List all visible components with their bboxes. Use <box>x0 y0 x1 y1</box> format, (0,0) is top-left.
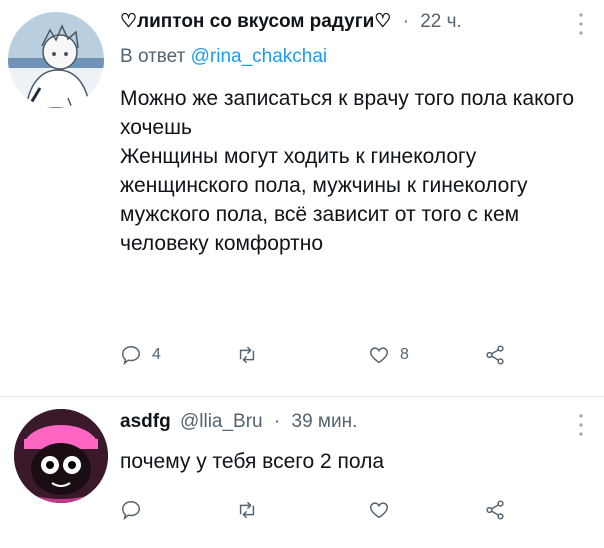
more-vertical-icon[interactable] <box>578 12 584 36</box>
tweet-text: почему у тебя всего 2 пола <box>120 447 590 476</box>
avatar-image <box>14 409 108 503</box>
avatar[interactable] <box>8 12 104 108</box>
avatar[interactable] <box>14 409 108 503</box>
tweet-1[interactable]: ♡липтон со вкусом радуги♡ · 22 ч. В отве… <box>0 0 604 395</box>
reply-count: 4 <box>152 346 161 363</box>
reply-handle-link[interactable]: @rina_chakchai <box>191 46 328 67</box>
tweet-text-line: Женщины могут ходить к гинекологу женщин… <box>120 145 528 255</box>
action-bar: 4 8 <box>120 344 590 374</box>
share-button[interactable] <box>484 499 506 521</box>
tweet-header: ♡липтон со вкусом радуги♡ · 22 ч. <box>120 10 462 33</box>
like-button[interactable]: 8 <box>368 344 409 366</box>
share-icon <box>486 500 504 520</box>
like-count: 8 <box>400 346 409 363</box>
reply-icon <box>122 501 140 521</box>
retweet-button[interactable] <box>236 499 258 521</box>
display-name[interactable]: ♡липтон со вкусом радуги♡ <box>120 11 391 32</box>
retweet-button[interactable] <box>236 344 268 366</box>
share-icon <box>486 345 504 365</box>
tweet-text-line: Можно же записаться к врачу того пола ка… <box>120 87 575 139</box>
reply-button[interactable]: 4 <box>120 344 161 366</box>
reply-icon <box>122 346 140 366</box>
heart-icon <box>370 347 388 364</box>
retweet-icon <box>239 501 255 519</box>
separator: · <box>273 411 281 432</box>
tweet-text-line: почему у тебя всего 2 пола <box>120 450 384 473</box>
heart-icon <box>370 502 388 519</box>
retweet-icon <box>239 346 255 364</box>
like-button[interactable] <box>368 499 390 521</box>
share-button[interactable] <box>484 344 506 366</box>
reply-prefix: В ответ <box>120 46 186 67</box>
tweet-text: Можно же записаться к врачу того пола ка… <box>120 84 590 258</box>
avatar-image <box>8 12 104 108</box>
tweet-2[interactable]: asdfg @llia_Bru · 39 мин. почему у тебя … <box>0 397 604 548</box>
more-vertical-icon[interactable] <box>578 413 584 437</box>
timestamp[interactable]: 39 мин. <box>292 411 358 432</box>
username[interactable]: @llia_Bru <box>180 411 263 432</box>
action-bar <box>120 499 590 529</box>
timestamp[interactable]: 22 ч. <box>420 11 462 32</box>
reply-context: В ответ @rina_chakchai <box>120 46 327 68</box>
tweet-header: asdfg @llia_Bru · 39 мин. <box>120 411 357 433</box>
reply-button[interactable] <box>120 499 142 521</box>
separator: · <box>402 11 409 32</box>
display-name[interactable]: asdfg <box>120 411 171 432</box>
